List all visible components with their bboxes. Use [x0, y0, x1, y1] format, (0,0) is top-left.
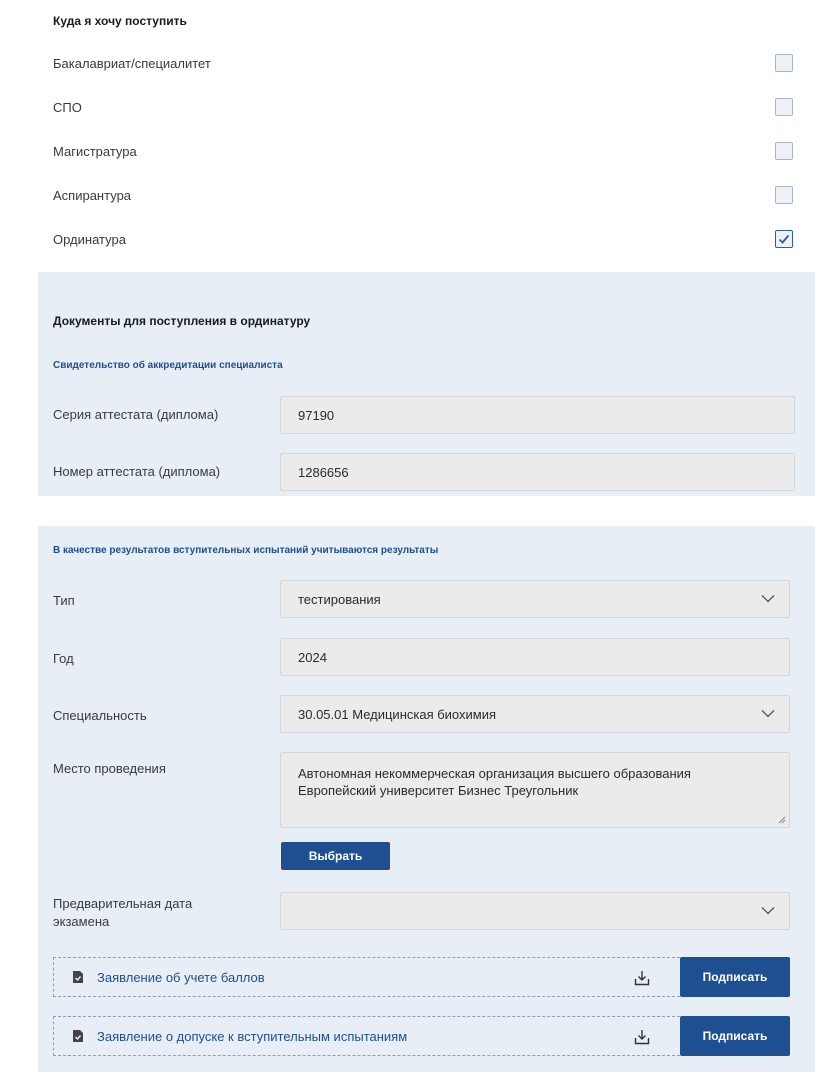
type-label: Тип [53, 593, 75, 608]
number-value: 1286656 [298, 464, 349, 480]
documents-section-title: Документы для поступления в ординатуру [53, 314, 311, 328]
place-value-line2: Европейский университет Бизнес Треугольн… [298, 783, 579, 798]
year-value: 2024 [298, 649, 327, 665]
option-label-spo: СПО [53, 100, 82, 115]
place-textarea[interactable]: Автономная некоммерческая организация вы… [280, 752, 790, 828]
year-field[interactable]: 2024 [280, 638, 790, 676]
option-label-bachelor: Бакалавриат/специалитет [53, 56, 211, 71]
option-label-master: Магистратура [53, 144, 137, 159]
option-label-residency: Ординатура [53, 232, 126, 247]
exam-date-label-line2: экзамена [53, 914, 110, 929]
download-icon[interactable] [634, 1029, 650, 1045]
statement-label[interactable]: Заявление о допуске к вступительным испы… [97, 1029, 407, 1044]
option-label-postgrad: Аспирантура [53, 188, 132, 203]
statement-label[interactable]: Заявление об учете баллов [97, 970, 265, 985]
checkbox-bachelor[interactable] [775, 54, 793, 72]
sign-button[interactable]: Подписать [680, 1016, 790, 1056]
series-field[interactable]: 97190 [280, 396, 795, 434]
place-value-line1: Автономная некоммерческая организация вы… [298, 766, 691, 781]
want-section-title: Куда я хочу поступить [53, 14, 187, 28]
place-label: Место проведения [53, 761, 166, 776]
year-label: Год [53, 651, 74, 666]
type-select[interactable]: тестирования [280, 580, 790, 618]
download-icon[interactable] [634, 970, 650, 986]
series-label: Серия аттестата (диплома) [53, 407, 219, 422]
document-icon [73, 1030, 83, 1042]
document-icon [73, 971, 83, 983]
type-value: тестирования [298, 591, 381, 607]
specialty-value: 30.05.01 Медицинская биохимия [298, 706, 497, 722]
accreditation-subtitle: Свидетельство об аккредитации специалист… [53, 360, 283, 371]
series-value: 97190 [298, 407, 335, 423]
specialty-label: Специальность [53, 708, 147, 723]
checkbox-master[interactable] [775, 142, 793, 160]
number-field[interactable]: 1286656 [280, 453, 795, 491]
resize-handle-icon[interactable] [778, 816, 786, 824]
statement-row-scores[interactable]: Заявление об учете баллов [53, 957, 680, 997]
chevron-down-icon [761, 907, 775, 915]
checkmark-icon [778, 234, 790, 244]
sign-button[interactable]: Подписать [680, 957, 790, 997]
chevron-down-icon [761, 595, 775, 603]
results-subtitle: В качестве результатов вступительных исп… [53, 545, 439, 556]
statement-row-admission[interactable]: Заявление о допуске к вступительным испы… [53, 1016, 680, 1056]
specialty-select[interactable]: 30.05.01 Медицинская биохимия [280, 695, 790, 733]
chevron-down-icon [761, 710, 775, 718]
choose-button[interactable]: Выбрать [281, 842, 390, 870]
checkbox-spo[interactable] [775, 98, 793, 116]
exam-date-select[interactable] [280, 892, 790, 930]
checkbox-residency[interactable] [775, 230, 793, 248]
checkbox-postgrad[interactable] [775, 186, 793, 204]
exam-date-label-line1: Предварительная дата [53, 896, 193, 911]
number-label: Номер аттестата (диплома) [53, 464, 221, 479]
